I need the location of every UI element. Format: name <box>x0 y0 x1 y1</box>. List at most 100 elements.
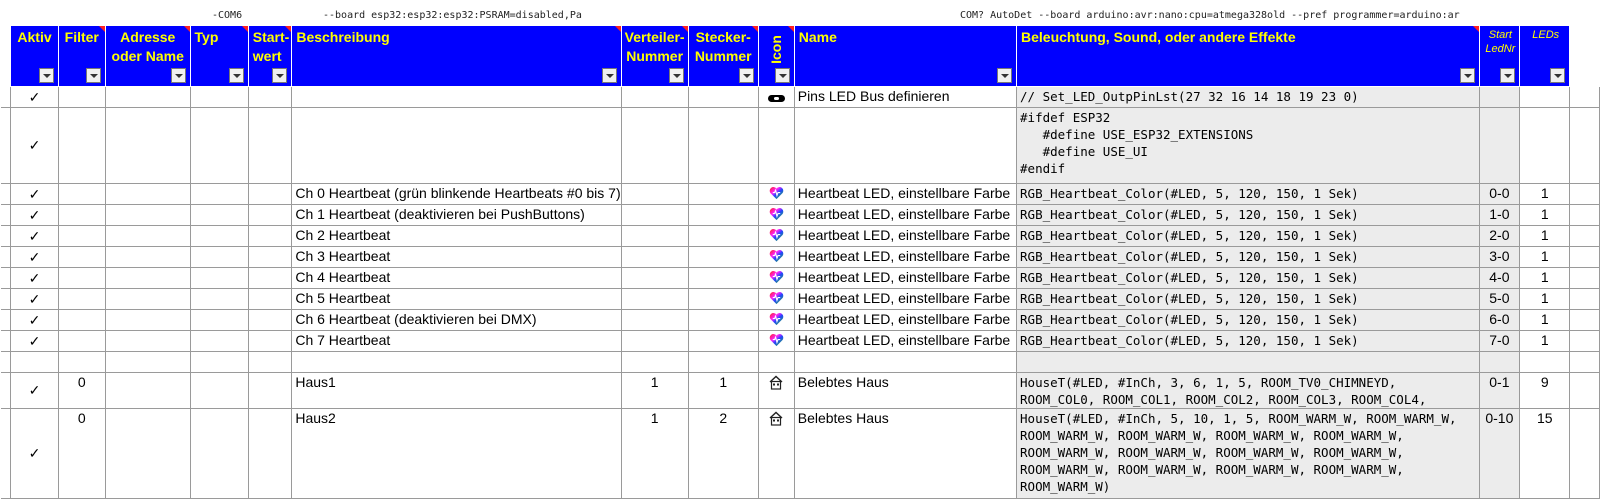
aktiv-cell[interactable]: ✓ <box>10 372 59 409</box>
adresse-cell[interactable] <box>104 86 191 108</box>
typ-cell[interactable] <box>189 107 249 184</box>
effekte-cell[interactable]: RGB_Heartbeat_Color(#LED, 5, 120, 150, 1… <box>1016 267 1480 289</box>
filter-cell[interactable] <box>57 330 106 352</box>
startwert-cell[interactable] <box>247 204 293 226</box>
stecker-cell[interactable] <box>687 225 759 247</box>
filter-cell[interactable] <box>57 86 106 108</box>
startwert-cell[interactable] <box>247 351 293 373</box>
verteiler-cell[interactable] <box>620 107 689 184</box>
aktiv-cell[interactable]: ✓ <box>10 246 59 268</box>
name-cell[interactable]: Heartbeat LED, einstellbare Farbe <box>793 225 1018 247</box>
adresse-cell[interactable] <box>104 183 191 205</box>
filter-dropdown-name[interactable] <box>997 68 1013 83</box>
startwert-cell[interactable] <box>247 309 293 331</box>
aktiv-cell[interactable]: ✓ <box>10 204 59 226</box>
leds-cell[interactable]: 1 <box>1519 225 1571 247</box>
beschreibung-cell[interactable]: Ch 4 Heartbeat <box>291 267 622 289</box>
effekte-cell[interactable]: RGB_Heartbeat_Color(#LED, 5, 120, 150, 1… <box>1016 330 1480 352</box>
adresse-cell[interactable] <box>104 330 191 352</box>
verteiler-cell[interactable] <box>620 288 689 310</box>
startwert-cell[interactable] <box>247 372 293 409</box>
typ-cell[interactable] <box>189 330 249 352</box>
adresse-cell[interactable] <box>104 372 191 409</box>
typ-cell[interactable] <box>189 288 249 310</box>
startwert-cell[interactable] <box>247 267 293 289</box>
filter-dropdown-beschreibung[interactable] <box>601 68 617 83</box>
leds-cell[interactable]: 1 <box>1519 204 1571 226</box>
start-led-cell[interactable] <box>1478 86 1521 108</box>
name-cell[interactable]: Heartbeat LED, einstellbare Farbe <box>793 330 1018 352</box>
stecker-cell[interactable] <box>687 330 759 352</box>
leds-cell[interactable]: 1 <box>1519 246 1571 268</box>
name-cell[interactable]: Belebtes Haus <box>793 408 1018 499</box>
adresse-cell[interactable] <box>104 246 191 268</box>
start-led-cell[interactable]: 3-0 <box>1478 246 1521 268</box>
start-led-cell[interactable] <box>1478 351 1521 373</box>
beschreibung-cell[interactable]: Ch 2 Heartbeat <box>291 225 622 247</box>
icon-cell[interactable] <box>757 288 795 310</box>
startwert-cell[interactable] <box>247 107 293 184</box>
beschreibung-cell[interactable]: Haus1 <box>291 372 622 409</box>
filter-cell[interactable] <box>57 288 106 310</box>
beschreibung-cell[interactable] <box>291 351 622 373</box>
filter-dropdown-stecker[interactable] <box>738 68 754 83</box>
aktiv-cell[interactable] <box>10 351 59 373</box>
startwert-cell[interactable] <box>247 330 293 352</box>
start-led-cell[interactable]: 1-0 <box>1478 204 1521 226</box>
icon-cell[interactable] <box>757 86 795 108</box>
effekte-cell[interactable]: RGB_Heartbeat_Color(#LED, 5, 120, 150, 1… <box>1016 309 1480 331</box>
effekte-cell[interactable]: // Set_LED_OutpPinLst(27 32 16 14 18 19 … <box>1016 86 1480 108</box>
beschreibung-cell[interactable]: Ch 5 Heartbeat <box>291 288 622 310</box>
effekte-cell[interactable]: RGB_Heartbeat_Color(#LED, 5, 120, 150, 1… <box>1016 246 1480 268</box>
icon-cell[interactable] <box>757 204 795 226</box>
icon-cell[interactable] <box>757 408 795 499</box>
beschreibung-cell[interactable]: Ch 3 Heartbeat <box>291 246 622 268</box>
stecker-cell[interactable]: 2 <box>687 408 759 499</box>
beschreibung-cell[interactable]: Ch 6 Heartbeat (deaktivieren bei DMX) <box>291 309 622 331</box>
leds-cell[interactable] <box>1519 351 1571 373</box>
leds-cell[interactable]: 1 <box>1519 288 1571 310</box>
startwert-cell[interactable] <box>247 86 293 108</box>
adresse-cell[interactable] <box>104 225 191 247</box>
aktiv-cell[interactable]: ✓ <box>10 267 59 289</box>
aktiv-cell[interactable]: ✓ <box>10 288 59 310</box>
aktiv-cell[interactable]: ✓ <box>10 225 59 247</box>
verteiler-cell[interactable] <box>620 225 689 247</box>
aktiv-cell[interactable]: ✓ <box>10 86 59 108</box>
verteiler-cell[interactable] <box>620 330 689 352</box>
typ-cell[interactable] <box>189 408 249 499</box>
icon-cell[interactable] <box>757 372 795 409</box>
typ-cell[interactable] <box>189 351 249 373</box>
stecker-cell[interactable] <box>687 351 759 373</box>
effekte-cell[interactable]: RGB_Heartbeat_Color(#LED, 5, 120, 150, 1… <box>1016 183 1480 205</box>
verteiler-cell[interactable] <box>620 86 689 108</box>
filter-dropdown-icon[interactable] <box>774 68 790 83</box>
adresse-cell[interactable] <box>104 267 191 289</box>
filter-cell[interactable] <box>57 204 106 226</box>
verteiler-cell[interactable] <box>620 183 689 205</box>
adresse-cell[interactable] <box>104 309 191 331</box>
icon-cell[interactable] <box>757 351 795 373</box>
filter-dropdown-typ[interactable] <box>228 68 244 83</box>
icon-cell[interactable] <box>757 183 795 205</box>
effekte-cell[interactable]: RGB_Heartbeat_Color(#LED, 5, 120, 150, 1… <box>1016 204 1480 226</box>
start-led-cell[interactable]: 5-0 <box>1478 288 1521 310</box>
typ-cell[interactable] <box>189 372 249 409</box>
aktiv-cell[interactable]: ✓ <box>10 408 59 499</box>
typ-cell[interactable] <box>189 225 249 247</box>
beschreibung-cell[interactable]: Ch 1 Heartbeat (deaktivieren bei PushBut… <box>291 204 622 226</box>
filter-dropdown-leds[interactable] <box>1550 68 1566 83</box>
typ-cell[interactable] <box>189 86 249 108</box>
name-cell[interactable] <box>793 107 1018 184</box>
stecker-cell[interactable] <box>687 288 759 310</box>
adresse-cell[interactable] <box>104 288 191 310</box>
start-led-cell[interactable]: 0-10 <box>1478 408 1521 499</box>
stecker-cell[interactable] <box>687 246 759 268</box>
filter-dropdown-aktiv[interactable] <box>38 68 54 83</box>
leds-cell[interactable]: 1 <box>1519 267 1571 289</box>
startwert-cell[interactable] <box>247 183 293 205</box>
filter-cell[interactable] <box>57 309 106 331</box>
start-led-cell[interactable]: 2-0 <box>1478 225 1521 247</box>
name-cell[interactable]: Heartbeat LED, einstellbare Farbe <box>793 288 1018 310</box>
leds-cell[interactable]: 1 <box>1519 183 1571 205</box>
